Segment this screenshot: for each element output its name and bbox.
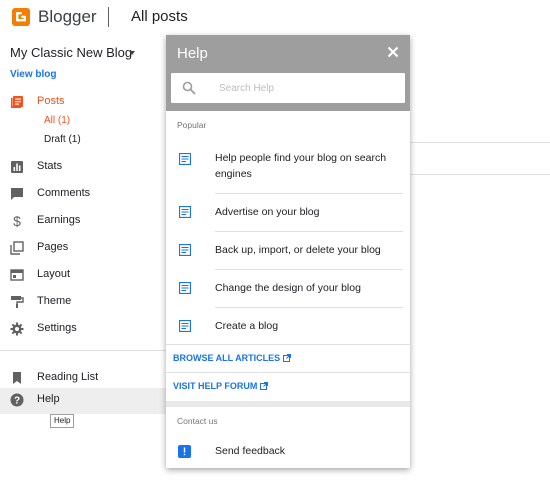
sidebar-item-stats[interactable]: Stats: [0, 155, 166, 181]
posts-icon: [11, 96, 23, 108]
sidebar-item-label: Help: [37, 393, 60, 405]
help-panel: Help Popular Help people find your blog …: [166, 35, 410, 468]
layout-icon: [10, 269, 24, 281]
article-icon: [179, 153, 191, 165]
stats-icon: [11, 161, 23, 173]
help-search-input[interactable]: [219, 78, 399, 98]
page-title: All posts: [131, 8, 188, 25]
feedback-icon: [178, 445, 191, 458]
pages-icon: [10, 241, 24, 255]
article-icon: [179, 206, 191, 218]
paint-roller-icon: [11, 296, 24, 308]
sidebar-item-layout[interactable]: Layout: [0, 263, 166, 289]
main-divider: [410, 142, 550, 143]
help-panel-title: Help: [177, 45, 208, 62]
sidebar-subitem-all[interactable]: All (1): [44, 115, 70, 126]
help-panel-header: Help: [166, 35, 410, 111]
sidebar-item-label: Theme: [37, 295, 72, 307]
browse-all-articles-label: BROWSE ALL ARTICLES: [173, 353, 281, 363]
article-divider: [215, 193, 403, 194]
sidebar-item-pages[interactable]: Pages: [0, 236, 166, 262]
contact-section-label: Contact us: [177, 416, 218, 426]
sidebar-item-settings[interactable]: Settings: [0, 317, 166, 343]
sidebar-item-label: Pages: [37, 241, 69, 253]
help-article-title: Back up, import, or delete your blog: [215, 244, 381, 256]
svg-text:?: ?: [14, 396, 20, 407]
blog-selector[interactable]: My Classic New Blog: [10, 45, 132, 60]
sidebar-item-label: Stats: [37, 160, 63, 172]
blogger-logo-icon[interactable]: [12, 8, 30, 26]
visit-help-forum-label: VISIT HELP FORUM: [173, 381, 258, 391]
popular-section-label: Popular: [177, 120, 207, 130]
chevron-down-icon[interactable]: [129, 51, 135, 55]
sidebar-item-posts[interactable]: Posts: [0, 90, 166, 116]
help-circle-icon: ?: [10, 393, 24, 407]
help-article-title: Create a blog: [215, 320, 279, 332]
search-icon: [182, 81, 196, 95]
article-icon: [179, 244, 191, 256]
sidebar-item-earnings[interactable]: $ Earnings: [0, 209, 166, 235]
sidebar-item-comments[interactable]: Comments: [0, 182, 166, 208]
sidebar-item-label: Layout: [37, 268, 71, 280]
article-icon: [179, 282, 191, 294]
sidebar-item-label: Comments: [37, 187, 91, 199]
sidebar-item-help[interactable]: ? Help: [0, 388, 166, 414]
main-divider: [410, 174, 550, 175]
help-tooltip: Help: [50, 414, 75, 428]
section-gap: [166, 401, 410, 407]
sidebar-item-label: Earnings: [37, 214, 81, 226]
browse-all-articles-link[interactable]: BROWSE ALL ARTICLES: [173, 353, 292, 363]
dollar-icon: $: [13, 213, 21, 229]
top-bar: Blogger All posts: [0, 0, 550, 34]
sidebar-item-label: Posts: [37, 95, 65, 107]
gear-icon: [10, 322, 24, 336]
sidebar-divider: [0, 350, 166, 351]
sidebar-item-label: Reading List: [37, 371, 99, 383]
send-feedback-label: Send feedback: [215, 445, 286, 457]
brand-name[interactable]: Blogger: [38, 7, 97, 27]
comments-icon: [11, 188, 23, 200]
bookmark-icon: [13, 372, 21, 384]
help-article-title: Help people find your blog on search eng…: [215, 152, 387, 180]
visit-help-forum-link[interactable]: VISIT HELP FORUM: [173, 381, 269, 391]
header-divider: [108, 7, 109, 27]
section-divider: [166, 344, 410, 345]
sidebar-item-label: Settings: [37, 322, 77, 334]
sidebar-item-theme[interactable]: Theme: [0, 290, 166, 316]
article-divider: [215, 307, 403, 308]
section-divider: [166, 372, 410, 373]
help-search-box[interactable]: [171, 73, 405, 103]
article-icon: [179, 320, 191, 332]
help-article-title: Change the design of your blog: [215, 282, 361, 294]
article-divider: [215, 269, 403, 270]
article-divider: [215, 231, 403, 232]
help-article-title: Advertise on your blog: [215, 206, 320, 218]
close-icon[interactable]: [386, 45, 400, 59]
view-blog-link[interactable]: View blog: [10, 69, 57, 80]
sidebar-subitem-draft[interactable]: Draft (1): [44, 134, 81, 145]
external-link-icon: [260, 382, 269, 390]
external-link-icon: [283, 354, 292, 362]
